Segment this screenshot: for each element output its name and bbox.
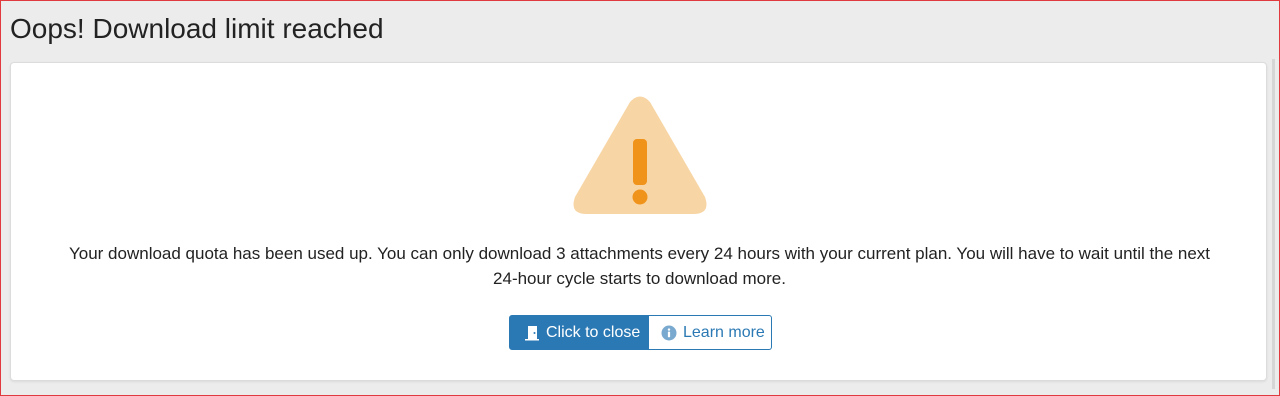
download-limit-dialog: Oops! Download limit reached Your downlo… — [0, 0, 1280, 396]
info-icon — [661, 325, 677, 341]
close-button-label: Click to close — [546, 323, 641, 341]
learn-more-label: Learn more — [683, 323, 765, 341]
scrollbar[interactable] — [1272, 59, 1275, 389]
warning-triangle-icon — [573, 96, 707, 214]
action-buttons: Click to close Learn more — [509, 315, 772, 350]
learn-more-button[interactable]: Learn more — [649, 315, 772, 350]
message-line-2: 24-hour cycle starts to download more. — [493, 269, 786, 288]
close-button[interactable]: Click to close — [509, 315, 649, 350]
dialog-title: Oops! Download limit reached — [10, 13, 384, 44]
message-line-1: Your download quota has been used up. Yo… — [68, 244, 1211, 263]
message-panel: Your download quota has been used up. Yo… — [10, 62, 1267, 381]
limit-message: Your download quota has been used up. Yo… — [11, 241, 1268, 291]
door-icon — [524, 325, 540, 341]
